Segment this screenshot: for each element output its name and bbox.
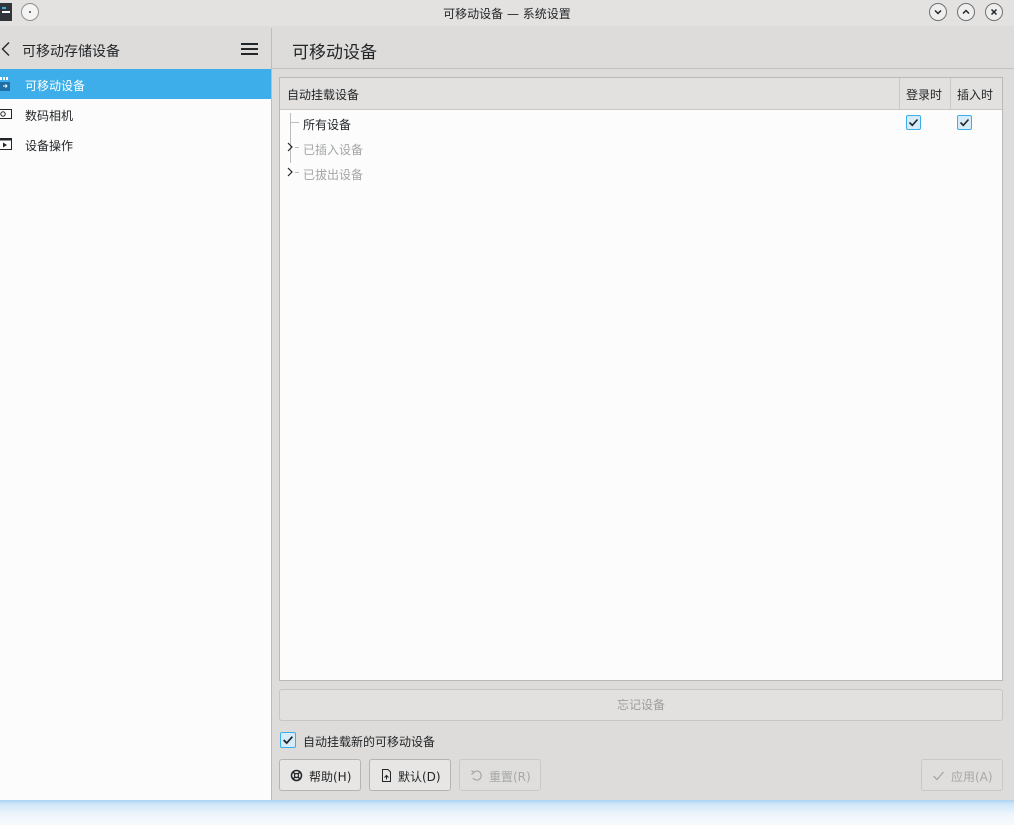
sidebar-header: 可移动存储设备	[0, 30, 270, 68]
automount-new-label[interactable]: 自动挂载新的可移动设备	[303, 733, 435, 750]
tree-guide-line	[295, 172, 299, 173]
tree-row-label: 已插入设备	[303, 143, 364, 157]
automount-tree-view[interactable]: 自动挂载设备 登录时 插入时 所有设备 已插入设备 已拔出设备	[279, 77, 1003, 681]
sidebar-item-device-actions[interactable]: 设备操作	[0, 129, 271, 159]
reset-button-label: 重置(R)	[489, 770, 531, 784]
undo-icon	[471, 770, 482, 781]
help-lifebuoy-icon	[290, 769, 303, 782]
removable-device-icon	[0, 77, 10, 91]
apply-button[interactable]: 应用(A)	[921, 759, 1003, 791]
hamburger-menu-icon[interactable]	[241, 43, 258, 55]
on-attach-checkbox[interactable]	[957, 115, 972, 130]
reset-button[interactable]: 重置(R)	[459, 759, 541, 791]
tree-row-all-devices[interactable]: 所有设备	[280, 110, 1002, 135]
sidebar-item-removable-devices[interactable]: 可移动设备	[0, 69, 271, 99]
tree-guide-line	[291, 122, 299, 123]
sidebar-title: 可移动存储设备	[22, 44, 120, 60]
settings-window: 可移动设备 — 系统设置 可移动存储设备 可移动设备 数码相机 设备操作 可移动…	[0, 0, 1014, 800]
sidebar-item-label: 数码相机	[25, 109, 74, 123]
window-shadow	[0, 800, 1014, 825]
expand-arrow-icon[interactable]	[286, 167, 294, 177]
panel-divider	[271, 28, 272, 800]
header-divider	[272, 68, 1014, 69]
column-header-on-login[interactable]: 登录时	[906, 86, 942, 103]
document-icon	[382, 769, 391, 782]
on-login-checkbox[interactable]	[906, 115, 921, 130]
tree-header: 自动挂载设备 登录时 插入时	[280, 78, 1002, 110]
column-separator	[950, 78, 951, 109]
title-bar: 可移动设备 — 系统设置	[0, 0, 1014, 26]
help-button-label: 帮助(H)	[309, 770, 352, 784]
column-header-on-attach[interactable]: 插入时	[957, 86, 993, 103]
sidebar-list: 可移动设备 数码相机 设备操作	[0, 69, 271, 800]
tree-row-detached-devices[interactable]: 已拔出设备	[280, 160, 1002, 185]
defaults-button[interactable]: 默认(D)	[369, 759, 451, 791]
chevron-up-icon	[962, 9, 970, 15]
sidebar-item-label: 可移动设备	[25, 79, 86, 93]
maximize-button[interactable]	[957, 3, 975, 21]
checkmark-icon	[959, 118, 970, 127]
defaults-button-label: 默认(D)	[398, 770, 441, 784]
chevron-down-icon	[934, 9, 942, 15]
sidebar-item-digital-camera[interactable]: 数码相机	[0, 99, 271, 129]
forget-device-button[interactable]: 忘记设备	[279, 689, 1003, 721]
window-title: 可移动设备 — 系统设置	[443, 7, 571, 21]
tree-row-attached-devices[interactable]: 已插入设备	[280, 135, 1002, 160]
help-button[interactable]: 帮助(H)	[279, 759, 361, 791]
tree-row-label: 所有设备	[303, 118, 352, 132]
device-actions-icon	[0, 138, 12, 150]
column-header-device[interactable]: 自动挂载设备	[287, 86, 359, 103]
column-separator	[899, 78, 900, 109]
tree-guide-line	[295, 147, 299, 148]
checkmark-icon	[908, 118, 919, 127]
tree-row-label: 已拔出设备	[303, 168, 364, 182]
back-arrow-icon[interactable]	[0, 41, 12, 57]
camera-icon	[0, 109, 12, 119]
minimize-button[interactable]	[929, 3, 947, 21]
checkmark-icon	[933, 771, 944, 781]
expand-arrow-icon[interactable]	[286, 142, 294, 152]
checkmark-icon	[283, 736, 294, 745]
page-title: 可移动设备	[292, 43, 377, 63]
sidebar-item-label: 设备操作	[25, 139, 74, 153]
close-button[interactable]	[985, 3, 1003, 21]
apply-button-label: 应用(A)	[951, 770, 993, 784]
close-icon	[990, 8, 998, 16]
automount-new-checkbox[interactable]	[280, 732, 296, 748]
